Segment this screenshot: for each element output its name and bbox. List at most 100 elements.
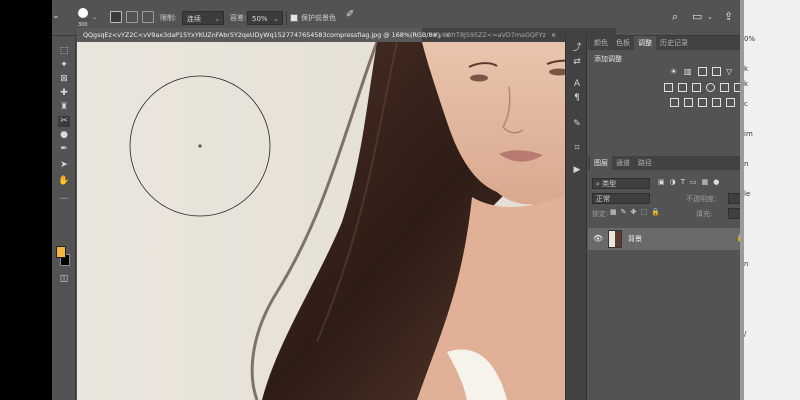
more-tools-icon[interactable]: … <box>58 192 70 203</box>
edge-text: 0% <box>744 35 756 43</box>
layer-name: 背景 <box>628 235 642 243</box>
crop-panel-icon[interactable]: ⌗ <box>571 142 583 154</box>
collapsed-panels-strip: ⤴ ⇄ A ¶ ✎ ⌗ ▶ <box>565 36 587 400</box>
lock-label: 锁定: <box>592 210 609 218</box>
paragraph-panel-icon[interactable]: ¶ <box>571 92 583 104</box>
channel-mixer-icon[interactable] <box>720 83 729 92</box>
selective-color-icon[interactable] <box>712 98 721 107</box>
limits-value: 连续 <box>187 15 201 23</box>
layer-filter-icons[interactable]: ▣◑T▭▦● <box>658 178 724 186</box>
checkbox-icon <box>290 14 298 22</box>
pressure-icon[interactable]: ✐ <box>346 9 358 21</box>
stamp-tool-icon[interactable]: ♜ <box>58 102 70 113</box>
pen-tool-icon[interactable]: ✒ <box>58 144 70 155</box>
fill-label: 填充: <box>696 210 713 218</box>
edge-text: n <box>744 160 749 168</box>
hand-tool-icon[interactable]: ✋ <box>58 176 70 187</box>
tool-preset-chevron-icon[interactable]: ⌄ <box>52 11 62 23</box>
photo-image <box>77 42 573 400</box>
brush-preview-icon[interactable] <box>78 8 88 18</box>
workspace-chevron-icon[interactable]: ⌄ <box>707 13 713 21</box>
tolerance-chevron-icon: ⌄ <box>273 15 279 23</box>
hue-saturation-icon[interactable] <box>664 83 673 92</box>
workspace-icon[interactable]: ▭ <box>692 10 702 23</box>
tolerance-value: 50% <box>252 15 268 23</box>
limits-chevron-icon: ⌄ <box>214 15 220 23</box>
options-divider <box>286 11 287 25</box>
sample-bg-swatch-icon[interactable] <box>142 11 154 23</box>
tolerance-input[interactable]: 50% ⌄ <box>247 11 283 25</box>
document-tab-label: YXy8OfrT8J595ZZ<=aVD7maGQFYz <box>430 31 546 39</box>
levels-icon[interactable]: ▥ <box>684 67 693 76</box>
history-panel-icon[interactable]: ⤴ <box>571 42 583 54</box>
brush-picker-chevron-icon[interactable]: ⌄ <box>92 14 97 21</box>
brush-settings-icon[interactable]: ✎ <box>571 118 583 130</box>
properties-panel-icon[interactable]: ⇄ <box>571 56 583 68</box>
photoshop-window: ⌄ 300 ⌄ 限制: 连续 ⌄ 容差: 50% ⌄ 保护前景色 ✐ ⌕ ▭ ⌄… <box>52 0 756 400</box>
character-panel-icon[interactable]: A <box>571 78 583 90</box>
posterize-icon[interactable] <box>684 98 693 107</box>
window-edge <box>740 0 744 400</box>
tools-panel: ⬚ ✦ ⊠ ✚ ♜ ✂ ● ✒ ➤ ✋ … ◫ <box>52 36 76 400</box>
edge-text: im <box>744 130 753 138</box>
quick-mask-icon[interactable]: ◫ <box>58 274 70 285</box>
brightness-icon[interactable]: ☀ <box>670 67 679 76</box>
sample-once-icon[interactable] <box>126 11 138 23</box>
blend-mode-value: 正常 <box>596 195 610 203</box>
threshold-icon[interactable] <box>698 98 707 107</box>
gradient-map-icon[interactable] <box>726 98 735 107</box>
edge-text: k <box>744 65 749 73</box>
tab-paths[interactable]: 路径 <box>634 156 656 170</box>
path-select-tool-icon[interactable]: ➤ <box>58 160 70 171</box>
foreground-color-swatch[interactable] <box>56 246 66 258</box>
edge-text: c <box>744 100 748 108</box>
healing-brush-tool-icon[interactable]: ✚ <box>58 88 70 99</box>
tab-color[interactable]: 颜色 <box>590 36 612 50</box>
document-canvas[interactable] <box>77 42 573 400</box>
right-panels: 颜色 色板 调整 历史记录 ≡ 添加调整 ☀ ▥ ▽ 图层 通道 路径 ≡ <box>588 36 756 400</box>
tab-channels[interactable]: 通道 <box>612 156 634 170</box>
layers-panel-tabs: 图层 通道 路径 ≡ <box>588 156 756 170</box>
blend-mode-select[interactable]: 正常 <box>592 193 650 204</box>
layer-row[interactable]: 👁 背景 🔒 <box>588 228 756 250</box>
thumbnail-hair <box>615 231 621 247</box>
tab-layers[interactable]: 图层 <box>590 156 612 170</box>
edge-text: / <box>744 330 747 338</box>
color-balance-icon[interactable] <box>678 83 687 92</box>
edge-text: le <box>744 190 751 198</box>
magic-wand-tool-icon[interactable]: ✦ <box>58 60 70 71</box>
edge-text: k <box>744 80 749 88</box>
invert-icon[interactable] <box>670 98 679 107</box>
close-icon[interactable]: × <box>551 31 556 39</box>
document-tab-active[interactable]: QQgsqEz<vYZ2C<vV9ax3daP15YxYKUZnFAbr5Y2q… <box>77 28 451 42</box>
layer-filter-select[interactable]: ⌕ 类型 <box>592 178 650 189</box>
black-white-icon[interactable] <box>692 83 701 92</box>
tab-swatches[interactable]: 色板 <box>612 36 634 50</box>
search-icon[interactable]: ⌕ <box>672 10 678 24</box>
limits-label: 限制: <box>160 14 177 22</box>
actions-play-icon[interactable]: ▶ <box>571 164 583 176</box>
crop-tool-icon[interactable]: ⊠ <box>58 74 70 85</box>
lock-icons[interactable]: ▦✎✥⬚🔒 <box>610 208 664 216</box>
search-icon: ⌕ <box>596 180 600 188</box>
tab-adjustments[interactable]: 调整 <box>634 36 656 50</box>
background-eraser-tool-icon[interactable]: ✂ <box>58 116 70 127</box>
exposure-icon[interactable] <box>712 67 721 76</box>
adjustments-panel-tabs: 颜色 色板 调整 历史记录 ≡ <box>588 36 756 50</box>
limits-select[interactable]: 连续 ⌄ <box>182 11 224 25</box>
tab-history[interactable]: 历史记录 <box>656 36 692 50</box>
photo-filter-icon[interactable] <box>706 83 715 92</box>
smudge-tool-icon[interactable]: ● <box>58 130 70 141</box>
layer-filter-value: 类型 <box>602 180 617 188</box>
eye-icon[interactable]: 👁 <box>593 234 603 243</box>
sample-continuous-icon[interactable] <box>110 11 122 23</box>
marquee-tool-icon[interactable]: ⬚ <box>58 46 70 57</box>
share-icon[interactable]: ⇪ <box>724 10 733 23</box>
edge-text: n <box>744 260 749 268</box>
protect-fg-checkbox[interactable]: 保护前景色 <box>290 11 336 25</box>
document-tab-label: QQgsqEz<vYZ2C<vV9ax3daP15YxYKUZnFAbr5Y2q… <box>83 31 441 39</box>
protect-fg-label: 保护前景色 <box>301 14 336 22</box>
document-tabs: QQgsqEz<vYZ2C<vV9ax3daP15YxYKUZnFAbr5Y2q… <box>77 28 616 42</box>
vibrance-icon[interactable]: ▽ <box>726 67 735 76</box>
curves-icon[interactable] <box>698 67 707 76</box>
